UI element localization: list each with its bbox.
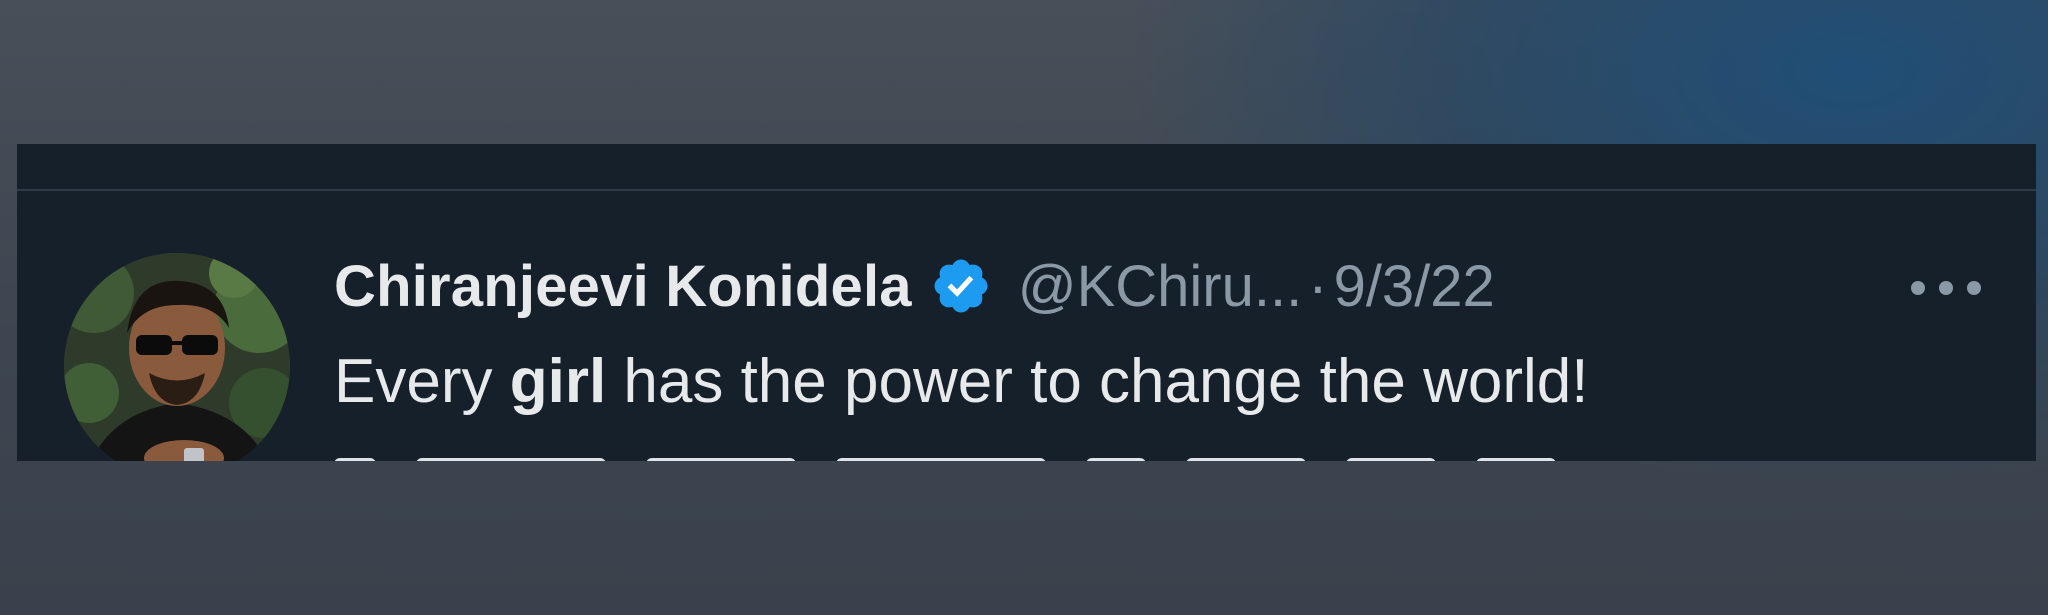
cutoff-glyph <box>1186 458 1306 461</box>
tweet-text: Every girl has the power to change the w… <box>334 334 2014 430</box>
tweet-text-bold: girl <box>509 347 607 416</box>
user-handle[interactable]: @KChiru... <box>1018 253 1303 320</box>
tweet-text-line: Every girl has the power to change the w… <box>334 334 2014 430</box>
tweet-text-end: has the power to change the world! <box>606 347 1589 416</box>
cutoff-glyph <box>1086 458 1146 461</box>
cutoff-glyph <box>836 458 1046 461</box>
more-options-icon <box>1911 281 1981 295</box>
tweet-text-start: Every <box>334 347 510 416</box>
display-name[interactable]: Chiranjeevi Konidela <box>334 253 912 320</box>
divider <box>17 189 2036 191</box>
tweet-card[interactable]: Chiranjeevi Konidela @KChiru... · 9/3/22… <box>17 144 2036 461</box>
cutoff-glyph <box>1346 458 1436 461</box>
separator-dot: · <box>1308 253 1328 319</box>
more-options-button[interactable] <box>1901 266 1991 310</box>
avatar[interactable] <box>64 253 290 461</box>
tweet-date[interactable]: 9/3/22 <box>1334 253 1495 320</box>
cutoff-glyph <box>334 458 376 461</box>
tweet-text-cutoff <box>334 444 1834 461</box>
tweet-header: Chiranjeevi Konidela @KChiru... · 9/3/22 <box>334 246 1495 326</box>
cutoff-glyph <box>646 458 796 461</box>
cutoff-glyph <box>416 458 606 461</box>
verified-badge-icon <box>930 255 992 317</box>
avatar-photo <box>64 253 290 461</box>
cutoff-glyph <box>1476 458 1556 461</box>
